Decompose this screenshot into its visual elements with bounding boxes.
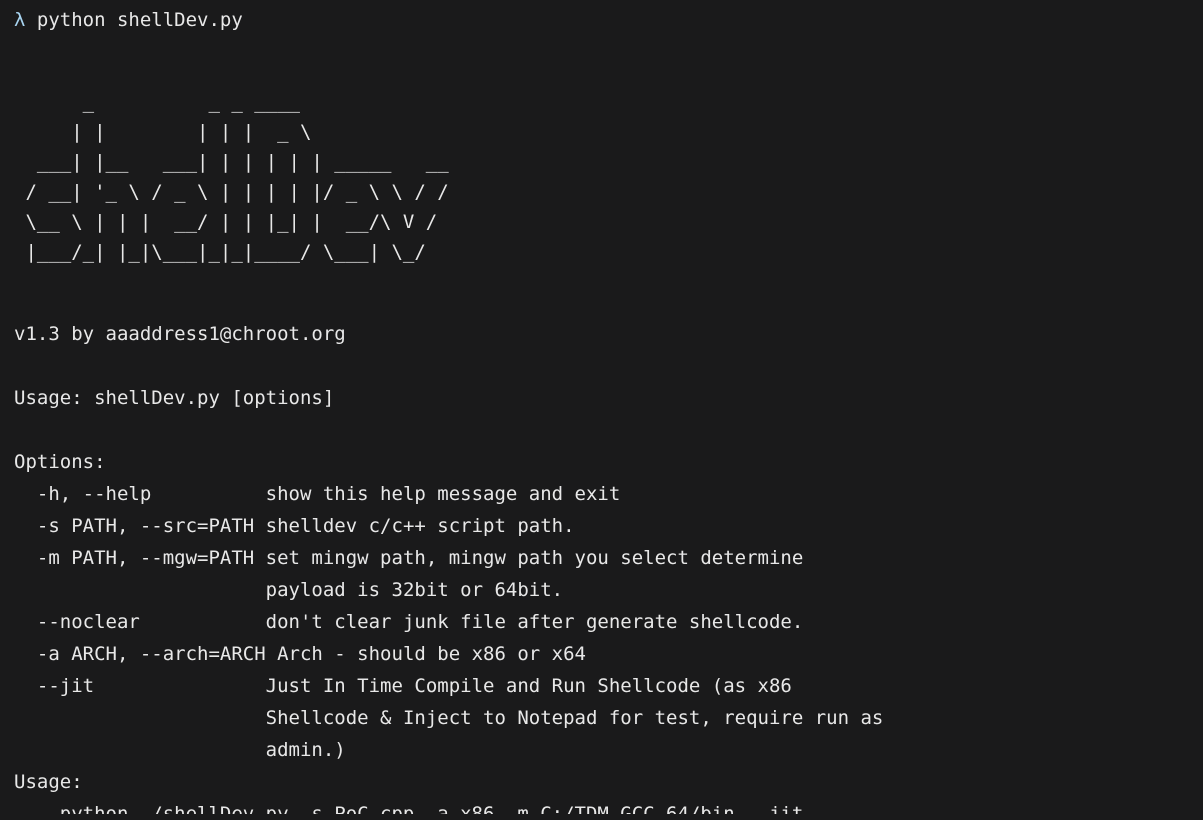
option-flag: --jit <box>14 675 266 697</box>
option-description: Shellcode & Inject to Notepad for test, … <box>265 707 884 729</box>
ascii-art-banner: _ _ _ ____ | | | | | _ \ ___| |__ ___| |… <box>25 91 449 263</box>
version-line: v1.3 by aaaddress1@chroot.org <box>14 323 346 345</box>
option-row: -h, --help show this help message and ex… <box>14 478 1203 510</box>
option-description: shelldev c/c++ script path. <box>265 515 575 537</box>
option-flag: --noclear <box>14 611 266 633</box>
option-flag: -m PATH, --mgw=PATH <box>14 547 266 569</box>
option-flag <box>14 707 266 729</box>
option-flag <box>14 739 266 761</box>
prompt-line: λ python shellDev.py <box>14 4 1203 36</box>
option-row: --noclear don't clear junk file after ge… <box>14 606 1203 638</box>
option-flag: -s PATH, --src=PATH <box>14 515 266 537</box>
option-flag: -h, --help <box>14 483 266 505</box>
option-row: payload is 32bit or 64bit. <box>14 574 1203 606</box>
terminal-window[interactable]: λ python shellDev.py _ _ _ ____ | | | | … <box>0 0 1203 820</box>
options-list: -h, --help show this help message and ex… <box>14 478 1203 766</box>
footer-usage-header: Usage: <box>14 771 83 793</box>
option-description: admin.) <box>265 739 346 761</box>
option-flag: -a ARCH, --arch=ARCH <box>14 643 278 665</box>
option-row: -a ARCH, --arch=ARCH Arch - should be x8… <box>14 638 1203 670</box>
option-description: set mingw path, mingw path you select de… <box>265 547 804 569</box>
terminal-bottom-edge <box>0 814 1203 820</box>
options-header: Options: <box>14 451 106 473</box>
option-description: payload is 32bit or 64bit. <box>265 579 564 601</box>
option-description: don't clear junk file after generate she… <box>265 611 804 633</box>
option-description: Just In Time Compile and Run Shellcode (… <box>265 675 792 697</box>
option-description: show this help message and exit <box>265 483 621 505</box>
option-row: Shellcode & Inject to Notepad for test, … <box>14 702 1203 734</box>
option-row: -m PATH, --mgw=PATH set mingw path, ming… <box>14 542 1203 574</box>
option-row: --jit Just In Time Compile and Run Shell… <box>14 670 1203 702</box>
option-row: -s PATH, --src=PATH shelldev c/c++ scrip… <box>14 510 1203 542</box>
option-row: admin.) <box>14 734 1203 766</box>
option-description: Arch - should be x86 or x64 <box>277 643 586 665</box>
usage-line: Usage: shellDev.py [options] <box>14 387 335 409</box>
option-flag <box>14 579 266 601</box>
prompt-command: python shellDev.py <box>36 9 243 31</box>
prompt-symbol: λ <box>14 9 37 31</box>
